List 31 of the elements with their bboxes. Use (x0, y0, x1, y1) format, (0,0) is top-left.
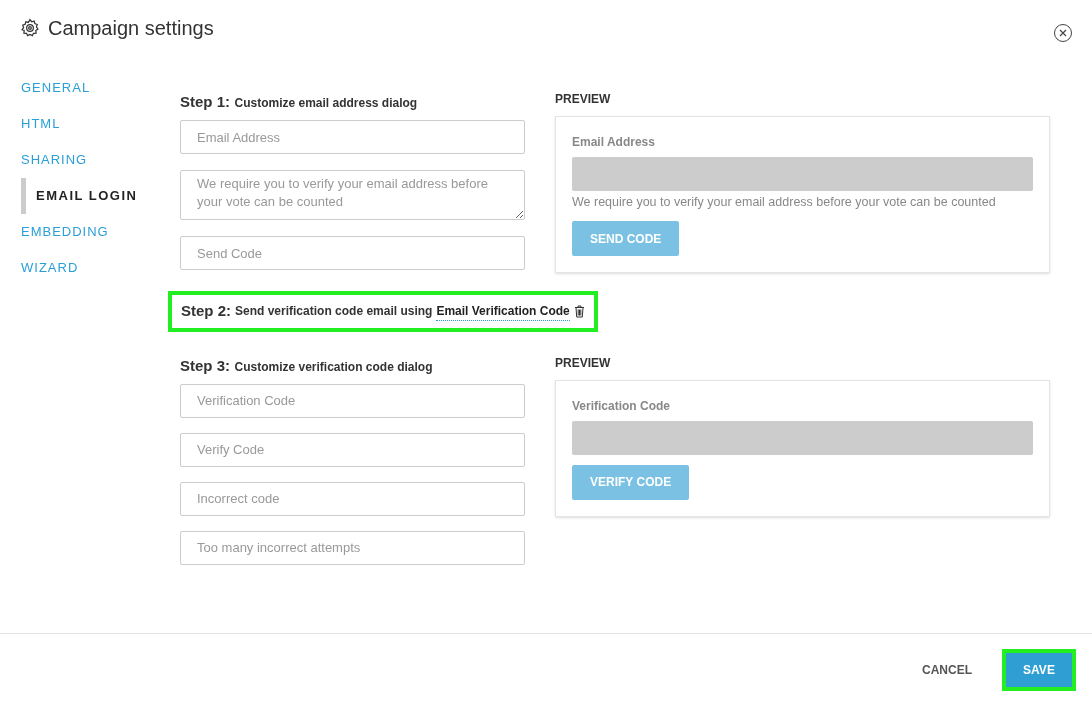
input-field[interactable]: Email Address (180, 120, 525, 154)
text-area[interactable]: We require you to verify your email address before your vote can be counted (180, 170, 525, 220)
nav-tab[interactable]: GENERAL (21, 70, 180, 106)
window-title: Campaign settings (48, 15, 214, 41)
save-button[interactable]: SAVE (1002, 649, 1076, 691)
nav-tab[interactable]: SHARING (21, 142, 180, 178)
nav-tab[interactable]: EMBEDDING (21, 214, 180, 250)
input-field[interactable]: Too many incorrect attempts (180, 530, 525, 565)
preview-message: We require you to verify your email address before your vote can be counted (572, 194, 997, 211)
preview-heading: PREVIEW (555, 354, 612, 372)
field-label: Verification Code (572, 397, 672, 415)
settings-icon (20, 17, 40, 38)
step-label: Step 2: (181, 301, 231, 321)
input-field[interactable]: Send Code (180, 236, 525, 270)
step-heading: Step 1: Customize email address dialog (180, 92, 419, 112)
trash-icon[interactable] (573, 304, 585, 318)
nav-tab[interactable]: EMAIL LOGIN (21, 178, 180, 214)
verify-code-button[interactable]: VERIFY CODE (572, 464, 690, 500)
nav-tab[interactable]: HTML (21, 106, 180, 142)
input-field[interactable]: Verification Code (180, 383, 525, 418)
step-text: Send verification code email using (235, 303, 433, 321)
send-code-button[interactable]: SEND CODE (572, 221, 680, 256)
close-icon (1059, 29, 1067, 37)
template-link[interactable]: Email Verification Code (436, 301, 570, 321)
input-field[interactable]: Incorrect code (180, 481, 525, 516)
step-heading: Step 3: Customize verification code dialog (180, 355, 434, 376)
preview-heading: PREVIEW (555, 91, 612, 108)
input-field[interactable]: Verify Code (180, 432, 525, 467)
cancel-button[interactable]: CANCEL (914, 661, 980, 679)
field-label: Email Address (572, 134, 656, 151)
nav-tab[interactable]: WIZARD (21, 250, 180, 286)
